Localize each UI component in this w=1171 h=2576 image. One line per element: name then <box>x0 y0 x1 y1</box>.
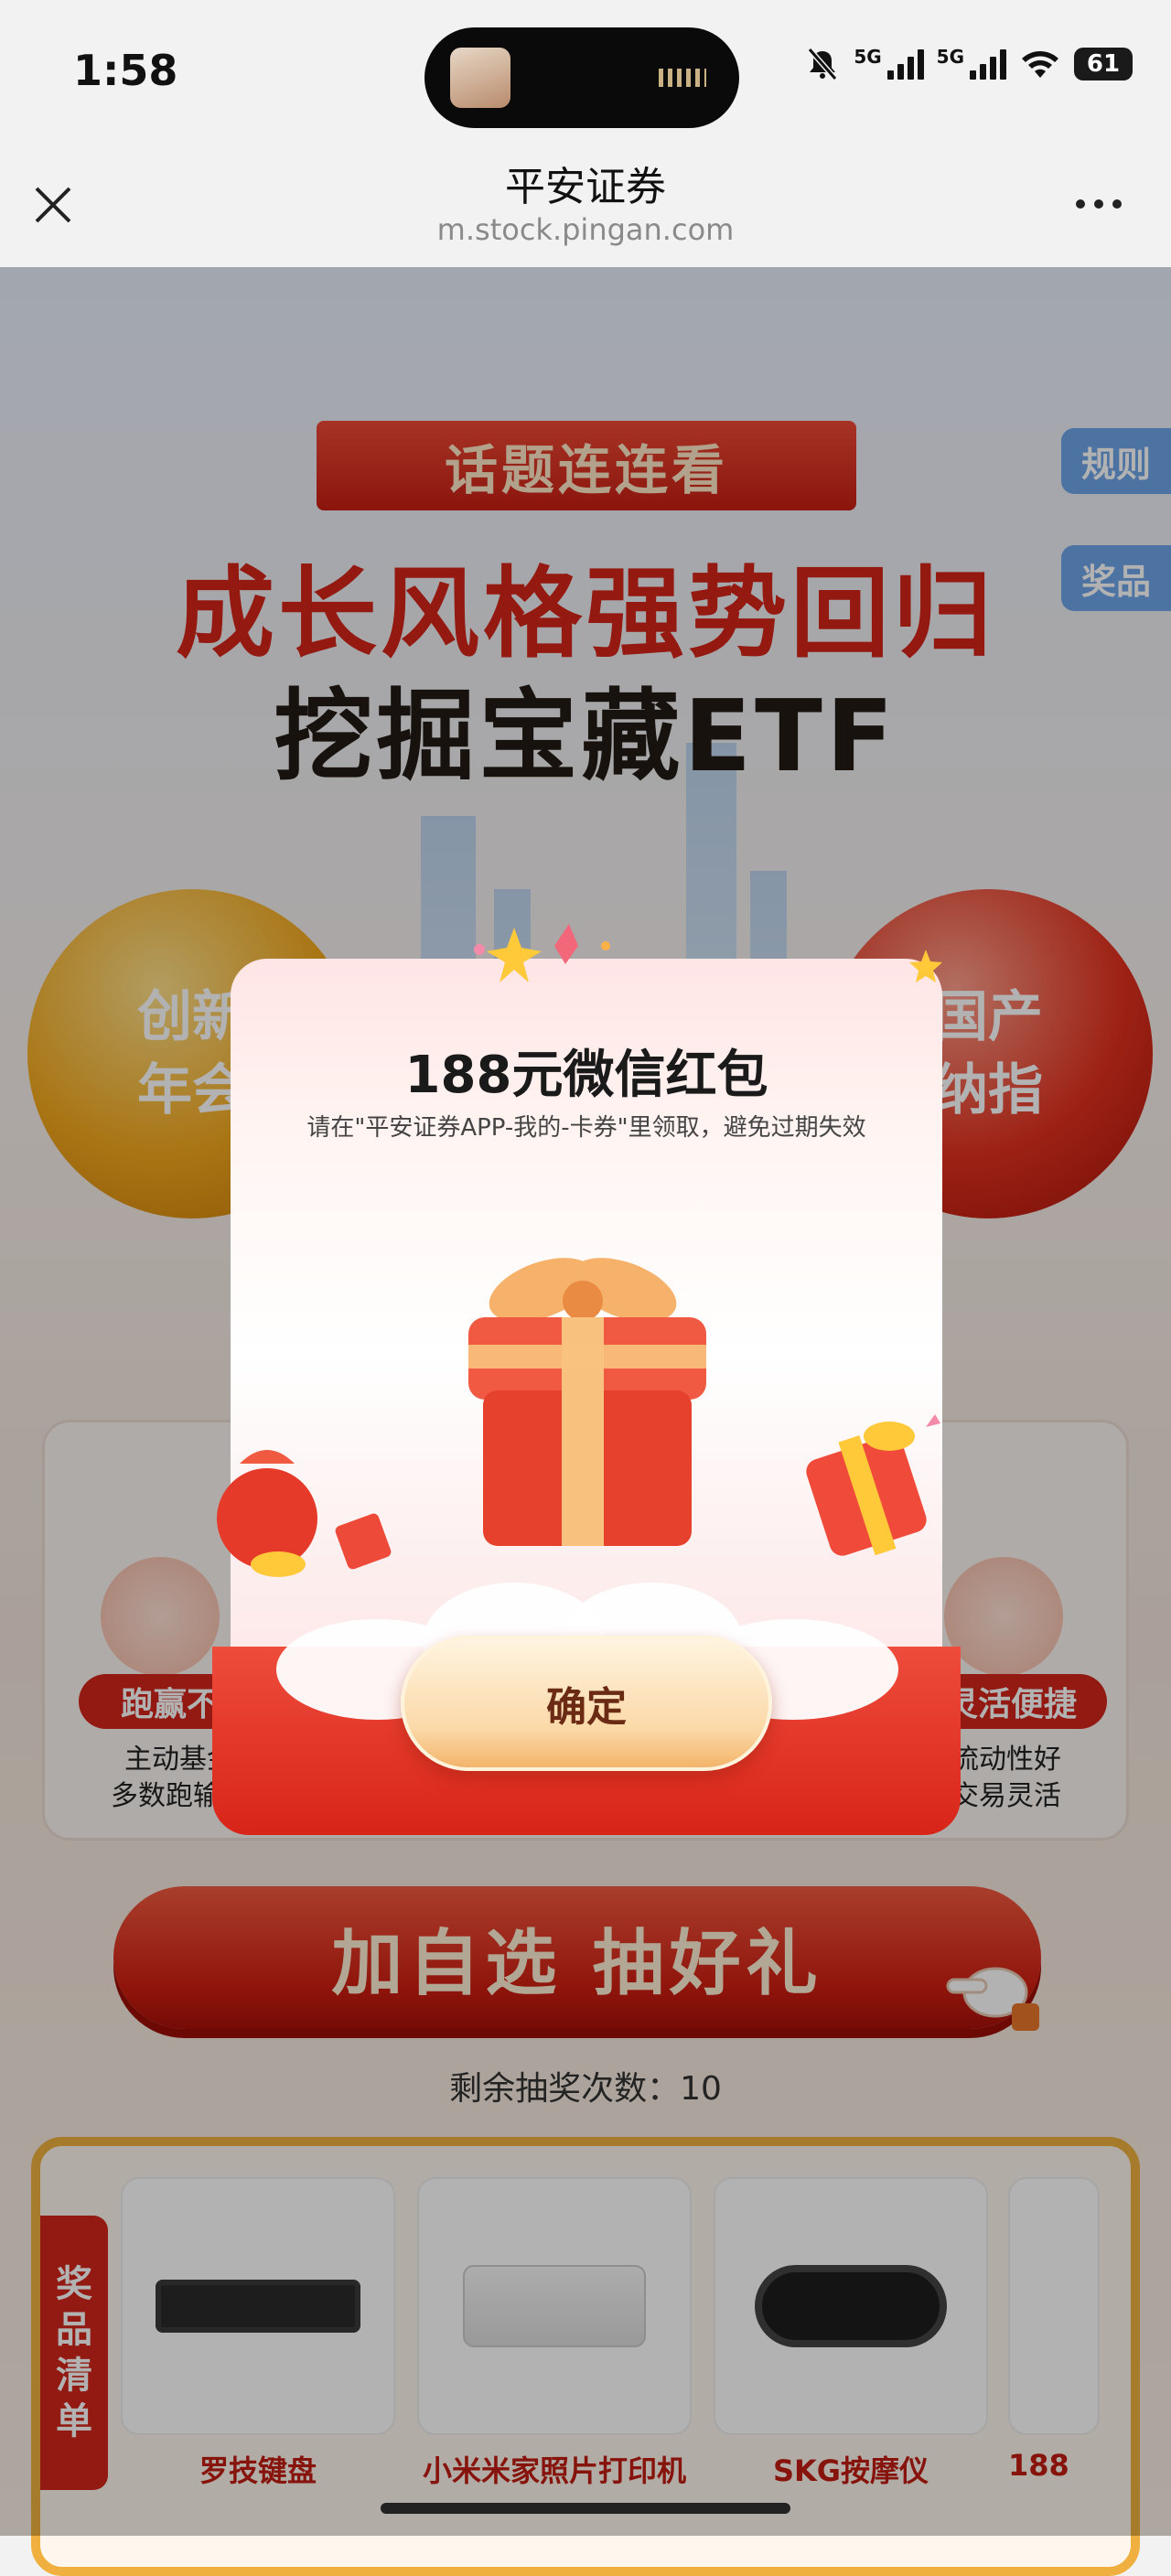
silent-bell-icon <box>808 48 838 80</box>
star-icon <box>909 950 942 982</box>
dynamic-island[interactable] <box>424 27 739 128</box>
signal-1-icon <box>886 48 924 80</box>
nav-url: m.stock.pingan.com <box>436 212 735 247</box>
signal-2-icon <box>970 48 1006 80</box>
audio-waveform-icon <box>659 69 706 87</box>
confetti-icon <box>474 924 610 982</box>
reward-title: 188元微信红包 <box>404 1046 768 1105</box>
nav-title: 平安证券 <box>505 164 666 210</box>
status-time: 1:58 <box>73 46 178 95</box>
status-icons: 5G 5G 61 <box>804 46 1133 82</box>
confirm-button[interactable]: 确定 <box>401 1636 772 1771</box>
home-indicator[interactable] <box>381 2503 790 2514</box>
wifi-icon <box>1022 51 1058 78</box>
gift-box-icon <box>468 1258 706 1546</box>
reward-subtitle: 请在"平安证券APP-我的-卡券"里领取，避免过期失效 <box>306 1114 866 1142</box>
status-bar: 1:58 5G 5G 61 平安证券 m.stock.pingan.com <box>0 0 1171 247</box>
network-type-1: 5G <box>854 46 882 68</box>
small-gift-icon <box>806 1414 940 1556</box>
network-type-2: 5G <box>936 46 964 68</box>
reward-modal: 188元微信红包 请在"平安证券APP-我的-卡券"里领取，避免过期失效 确定 <box>212 924 961 1835</box>
money-bag-icon <box>217 1450 392 1577</box>
more-menu-icon[interactable] <box>1076 199 1122 209</box>
media-thumbnail <box>450 48 510 108</box>
battery-icon: 61 <box>1074 48 1133 80</box>
